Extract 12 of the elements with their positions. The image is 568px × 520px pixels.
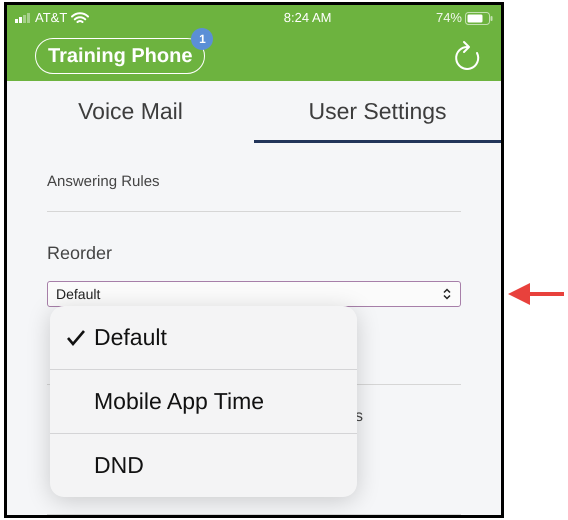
reorder-select[interactable]: Default (47, 281, 461, 307)
answering-rules-label[interactable]: Answering Rules (47, 170, 160, 193)
battery-percent: 74% (436, 9, 462, 28)
menu-item[interactable]: Default (50, 306, 357, 369)
reorder-label: Reorder (47, 242, 114, 265)
tab[interactable]: User Settings (254, 80, 501, 143)
tab[interactable]: Voice Mail (7, 80, 254, 143)
notification-badge: 1 (191, 28, 214, 50)
menu-item[interactable]: Mobile App Time (50, 369, 357, 433)
carrier-label: AT&T (35, 9, 68, 28)
time-label: 8:24 AM (284, 9, 332, 28)
menu-item[interactable]: DND (50, 433, 357, 497)
